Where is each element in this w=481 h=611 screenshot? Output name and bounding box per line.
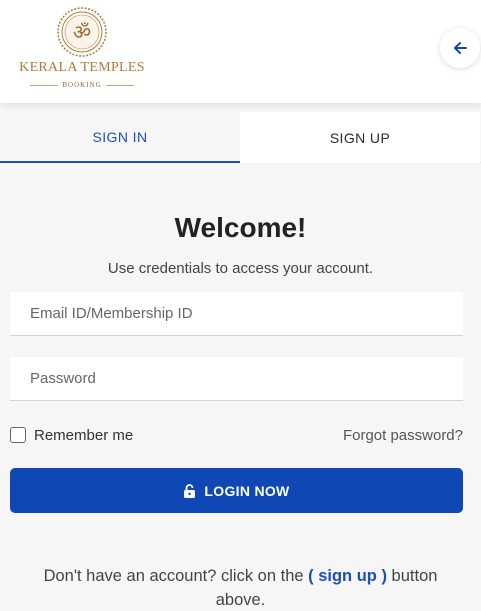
tab-sign-up[interactable]: SIGN UP [240, 112, 480, 163]
back-button[interactable] [440, 28, 480, 68]
remember-me-checkbox[interactable] [10, 427, 26, 443]
om-emblem-icon: ॐ [57, 7, 107, 57]
login-button-label: LOGIN NOW [204, 482, 290, 499]
page-title: Welcome! [174, 212, 307, 243]
signup-prompt-text: Don't have an account? click on the [43, 567, 309, 585]
svg-text:ॐ: ॐ [73, 20, 91, 44]
header-bar: ॐ KERALA TEMPLES BOOKING [0, 0, 481, 103]
forgot-password-link[interactable]: Forgot password? [343, 427, 463, 444]
remember-me-option[interactable]: Remember me [10, 425, 133, 445]
logo-divider [30, 84, 59, 86]
logo-divider [105, 84, 134, 86]
unlock-icon [184, 483, 196, 498]
logo-title: KERALA TEMPLES [19, 60, 145, 75]
sign-up-link[interactable]: ( sign up ) [308, 567, 387, 585]
signup-prompt: Don't have an account? click on the ( si… [20, 564, 461, 611]
auth-tabs: SIGN IN SIGN UP [0, 112, 481, 163]
site-logo[interactable]: ॐ KERALA TEMPLES BOOKING [12, 6, 152, 92]
page-subtitle: Use credentials to access your account. [107, 260, 374, 277]
logo-subtitle-wrap: BOOKING [30, 79, 134, 91]
login-button[interactable]: LOGIN NOW [10, 468, 463, 513]
tab-sign-in[interactable]: SIGN IN [0, 112, 240, 163]
password-field[interactable] [10, 357, 463, 401]
logo-subtitle: BOOKING [62, 81, 102, 89]
remember-me-label: Remember me [34, 426, 134, 444]
email-field[interactable] [10, 292, 463, 336]
arrow-left-icon [454, 42, 467, 54]
